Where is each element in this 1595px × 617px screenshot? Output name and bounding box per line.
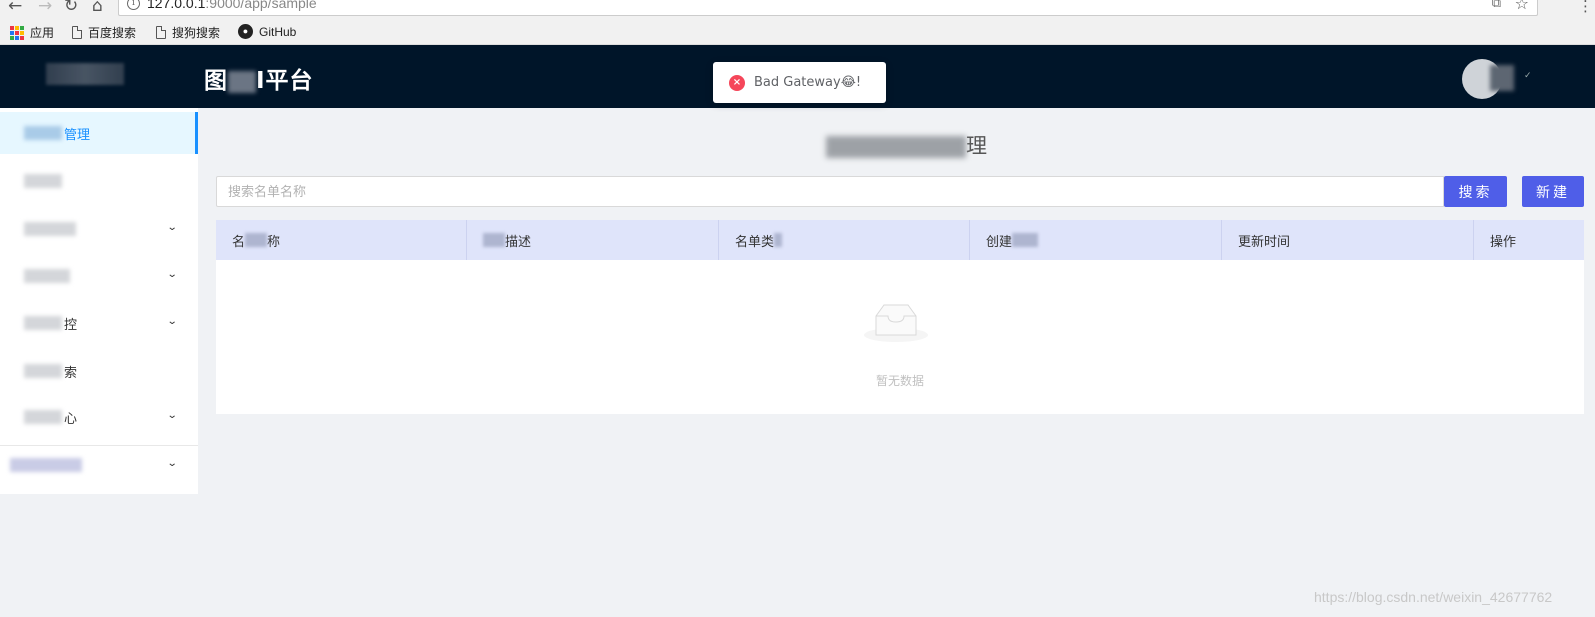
search-input[interactable] xyxy=(216,176,1444,207)
browser-menu-icon[interactable]: ⋮ xyxy=(1578,0,1593,15)
bookmark-label: 搜狗搜索 xyxy=(172,26,221,40)
error-toast: × Bad Gateway😂! xyxy=(713,62,886,103)
new-button[interactable]: 新建 xyxy=(1522,176,1584,207)
column-header: 名单类 xyxy=(719,220,970,260)
empty-text: 暂无数据 xyxy=(875,374,924,388)
bookmarks-bar: 应用 百度搜索 搜狗搜索 ● GitHub xyxy=(0,18,1595,45)
redacted-text xyxy=(1012,233,1039,247)
home-icon[interactable]: ⌂ xyxy=(92,0,103,16)
github-icon: ● xyxy=(238,24,253,39)
sidebar-item-3[interactable]: ⌄ xyxy=(0,206,198,252)
sidebar: 管理 ⌄ ⌄ 控 ⌄ 索 心 ⌄ ⌄ xyxy=(0,108,198,494)
redacted-text xyxy=(774,233,783,247)
column-header: 描述 xyxy=(467,220,719,260)
chevron-down-icon: ⌄ xyxy=(166,458,178,469)
translate-icon[interactable]: ⧉ xyxy=(1492,0,1501,11)
bookmark-label: GitHub xyxy=(259,24,297,39)
sidebar-item-7[interactable]: 心 ⌄ xyxy=(0,394,198,440)
redacted-text xyxy=(483,233,505,247)
redacted-text xyxy=(24,410,62,424)
sidebar-item-label: 索 xyxy=(64,365,78,381)
app-title: 图 I平台 xyxy=(204,68,314,94)
sidebar-item-4[interactable]: ⌄ xyxy=(0,253,198,299)
redacted-text xyxy=(245,233,268,247)
redacted-text xyxy=(24,364,62,378)
sidebar-item-5[interactable]: 控 ⌄ xyxy=(0,300,198,346)
column-header: 更新时间 xyxy=(1222,220,1474,260)
chevron-down-icon: ⌄ xyxy=(166,410,178,421)
bookmark-baidu[interactable]: 百度搜索 xyxy=(72,24,136,41)
page-icon xyxy=(156,26,166,39)
chevron-down-icon: ⌄ xyxy=(166,316,178,327)
redacted-text xyxy=(24,174,62,188)
column-header: 名称 xyxy=(216,220,467,260)
redacted-text xyxy=(24,222,76,236)
sidebar-item-label: 管理 xyxy=(64,127,91,143)
data-table: 名称 描述 名单类 创建 更新时间 操作 暂无数据 xyxy=(216,220,1584,414)
redacted-text xyxy=(24,126,62,140)
redacted-text xyxy=(24,269,70,283)
sidebar-item-label: 控 xyxy=(64,317,78,333)
sidebar-item-8[interactable]: ⌄ xyxy=(0,442,198,488)
redacted-text xyxy=(826,136,966,158)
reload-icon[interactable]: ↻ xyxy=(64,0,78,16)
empty-inbox-icon xyxy=(864,304,928,342)
bookmark-label: 应用 xyxy=(30,26,55,40)
page-icon xyxy=(72,26,82,39)
info-icon[interactable]: i xyxy=(127,0,140,10)
column-header: 创建 xyxy=(970,220,1222,260)
page-title: 理 xyxy=(826,130,989,160)
bookmark-github[interactable]: ● GitHub xyxy=(238,24,296,39)
back-icon[interactable]: ← xyxy=(8,0,22,16)
chevron-down-icon: ⌄ xyxy=(166,222,178,233)
watermark: https://blog.csdn.net/weixin_42677762 xyxy=(1314,589,1553,605)
address-bar[interactable]: i 127.0.0.1:9000/app/sample ⧉ ☆ xyxy=(118,0,1538,16)
bookmark-sogou[interactable]: 搜狗搜索 xyxy=(156,24,220,41)
chevron-down-icon: ⌄ xyxy=(166,269,178,280)
search-button[interactable]: 搜索 xyxy=(1444,176,1507,207)
browser-toolbar: ← → ↻ ⌂ i 127.0.0.1:9000/app/sample ⧉ ☆ … xyxy=(0,0,1595,18)
error-icon: × xyxy=(729,74,745,91)
forward-icon[interactable]: → xyxy=(38,0,52,16)
logo[interactable] xyxy=(46,63,124,85)
chevron-down-icon[interactable]: ✓ xyxy=(1524,71,1532,81)
empty-state: 暂无数据 xyxy=(216,260,1584,414)
sidebar-item-label: 心 xyxy=(64,411,78,427)
sidebar-item-6[interactable]: 索 xyxy=(0,348,198,394)
url-text: 127.0.0.1:9000/app/sample xyxy=(147,0,317,11)
bookmark-star-icon[interactable]: ☆ xyxy=(1515,0,1529,13)
username[interactable] xyxy=(1490,65,1514,91)
column-header: 操作 xyxy=(1490,234,1517,250)
redacted-text xyxy=(10,458,82,472)
bookmark-apps[interactable]: 应用 xyxy=(10,24,54,41)
toast-message: Bad Gateway😂! xyxy=(754,75,862,90)
redacted-text xyxy=(24,316,62,330)
sidebar-item-2[interactable] xyxy=(0,158,198,204)
bookmark-label: 百度搜索 xyxy=(88,26,137,40)
sidebar-item-list-management[interactable]: 管理 xyxy=(0,112,198,154)
apps-grid-icon xyxy=(10,25,24,40)
table-header: 名称 描述 名单类 创建 更新时间 操作 xyxy=(216,220,1584,260)
